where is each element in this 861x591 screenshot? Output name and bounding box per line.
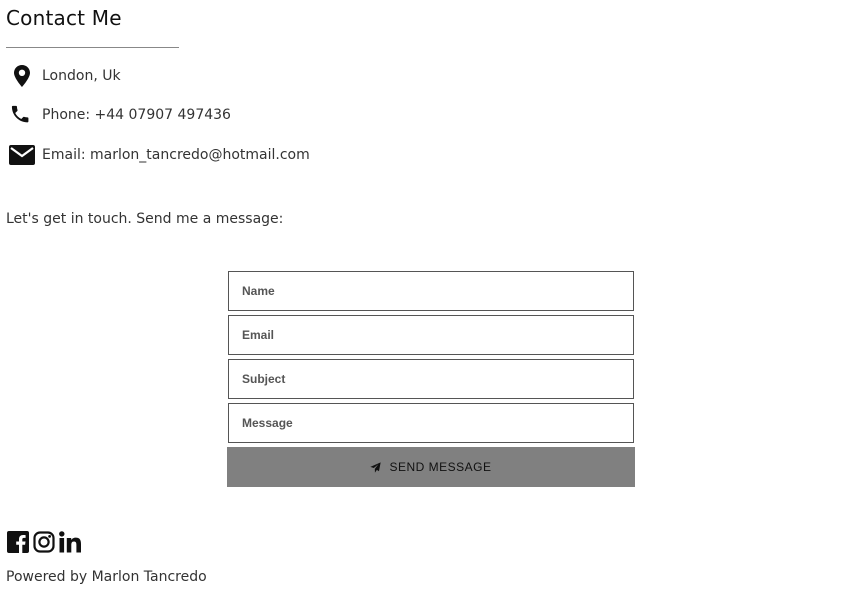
instagram-icon[interactable] — [32, 530, 56, 554]
title-divider — [6, 47, 179, 48]
phone-icon — [8, 103, 36, 127]
social-links — [6, 530, 84, 554]
linkedin-icon[interactable] — [58, 530, 82, 554]
paper-plane-icon — [370, 461, 382, 473]
phone-text: Phone: +44 07907 497436 — [42, 107, 231, 123]
subject-input[interactable] — [228, 359, 634, 399]
facebook-icon[interactable] — [6, 530, 30, 554]
envelope-icon — [8, 143, 36, 167]
location-row: London, Uk — [8, 64, 121, 88]
send-message-label: SEND MESSAGE — [389, 460, 492, 474]
message-input[interactable] — [228, 403, 634, 443]
email-text: Email: marlon_tancredo@hotmail.com — [42, 147, 310, 163]
email-row: Email: marlon_tancredo@hotmail.com — [8, 143, 310, 167]
contact-form: SEND MESSAGE — [227, 271, 635, 487]
name-input[interactable] — [228, 271, 634, 311]
email-input[interactable] — [228, 315, 634, 355]
intro-text: Let's get in touch. Send me a message: — [6, 211, 284, 227]
contact-page: Contact Me London, Uk Phone: +44 07907 4… — [0, 0, 861, 591]
page-title: Contact Me — [6, 6, 122, 30]
map-marker-icon — [8, 64, 36, 88]
phone-row: Phone: +44 07907 497436 — [8, 103, 231, 127]
location-text: London, Uk — [42, 68, 121, 84]
send-message-button[interactable]: SEND MESSAGE — [227, 447, 635, 487]
footer-text: Powered by Marlon Tancredo — [6, 569, 207, 585]
